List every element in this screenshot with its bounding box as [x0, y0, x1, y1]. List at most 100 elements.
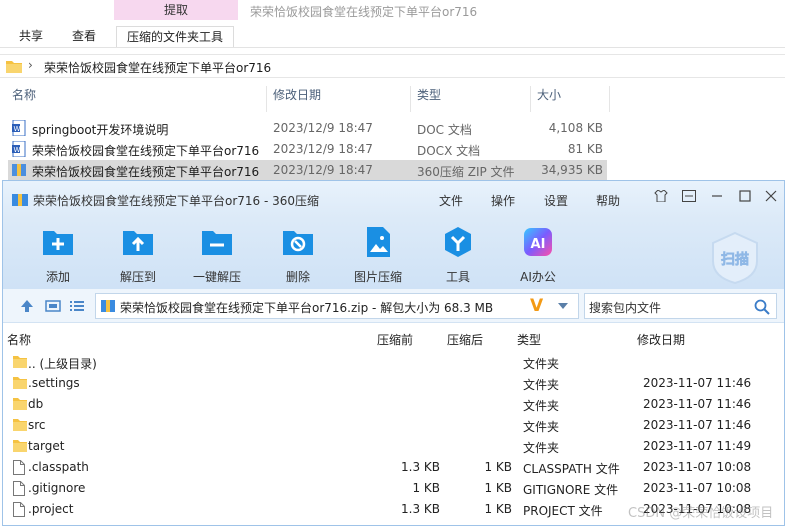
row-name: .settings: [28, 376, 80, 390]
explorer-ribbon: 提取 荣荣恰饭校园食堂在线预定下单平台or716 共享 查看 压缩的文件夹工具: [0, 0, 785, 48]
tab-share[interactable]: 共享: [19, 26, 43, 48]
file-row-selected[interactable]: 荣荣恰饭校园食堂在线预定下单平台or716 2023/12/9 18:47 36…: [8, 160, 607, 180]
row-name: db: [28, 397, 44, 411]
row-name: .gitignore: [28, 481, 86, 495]
add-button[interactable]: 添加: [23, 225, 93, 285]
row-type: GITIGNORE 文件: [523, 483, 619, 497]
tools-icon: [445, 227, 471, 257]
zip-archive-icon: [101, 300, 115, 312]
zip-archive-icon: [12, 164, 26, 176]
archive-folder-row[interactable]: .settings 文件夹 2023-11-07 11:46: [3, 373, 784, 394]
chevron-right-icon: ›: [28, 58, 33, 72]
menu-help[interactable]: 帮助: [596, 192, 620, 209]
tools-button[interactable]: 工具: [423, 225, 493, 285]
column-header-after[interactable]: 压缩后: [447, 331, 483, 348]
image-compress-button[interactable]: 图片压缩: [343, 225, 413, 285]
column-divider[interactable]: [609, 86, 610, 112]
chevron-down-icon[interactable]: [558, 303, 568, 309]
column-header-size[interactable]: 大小: [537, 86, 561, 110]
column-header-name[interactable]: 名称: [7, 331, 31, 348]
add-icon: [43, 231, 73, 255]
address-path[interactable]: 荣荣恰饭校园食堂在线预定下单平台or716: [44, 59, 271, 76]
column-header-name[interactable]: 名称: [12, 86, 36, 110]
archive-path-text: 荣荣恰饭校园食堂在线预定下单平台or716.zip - 解包大小为 68.3 M…: [120, 301, 494, 315]
row-type: 文件夹: [523, 357, 560, 371]
svg-text:扫描: 扫描: [721, 251, 749, 268]
csdn-watermark: CSDN @荣荣恰饭设项目: [628, 506, 774, 521]
file-icon: [13, 481, 25, 496]
delete-button[interactable]: 删除: [263, 225, 333, 285]
archive-list-header: 名称 压缩前 压缩后 类型 修改日期: [3, 329, 784, 349]
row-date: 2023-11-07 10:08: [643, 460, 752, 474]
archive-folder-row[interactable]: .. (上级目录) 文件夹: [3, 352, 784, 373]
folder-icon: [13, 377, 27, 389]
close-icon[interactable]: [762, 189, 780, 207]
search-icon[interactable]: [754, 299, 770, 315]
column-header-before[interactable]: 压缩前: [377, 331, 413, 348]
image-compress-icon: [367, 227, 390, 257]
tab-compressed-folder-tools[interactable]: 压缩的文件夹工具: [116, 26, 235, 48]
row-name: .classpath: [28, 460, 89, 474]
folder-icon: [13, 419, 27, 431]
scan-button[interactable]: 扫描: [705, 231, 765, 285]
row-date: 2023-11-07 10:08: [643, 481, 752, 495]
row-date: 2023-11-07 11:46: [643, 418, 752, 432]
row-type: 文件夹: [523, 441, 560, 455]
row-type: 文件夹: [523, 420, 560, 434]
skin-icon[interactable]: [652, 189, 670, 207]
address-bar[interactable]: › 荣荣恰饭校园食堂在线预定下单平台or716: [0, 54, 785, 78]
file-row[interactable]: W 荣荣恰饭校园食堂在线预定下单平台or716 2023/12/9 18:47 …: [8, 139, 607, 159]
ai-office-icon: AI: [524, 228, 552, 256]
list-view-icon[interactable]: [69, 298, 85, 314]
thumbnail-view-icon[interactable]: [45, 298, 61, 314]
ai-office-button[interactable]: AI AI办公: [503, 225, 573, 285]
row-date: 2023-11-07 11:46: [643, 376, 752, 390]
archive-search-input[interactable]: 搜索包内文件: [584, 293, 777, 319]
svg-text:W: W: [14, 125, 21, 133]
column-header-date[interactable]: 修改日期: [273, 86, 321, 110]
explorer-window-title: 荣荣恰饭校园食堂在线预定下单平台or716: [250, 5, 478, 19]
archive-folder-row[interactable]: src 文件夹 2023-11-07 11:46: [3, 415, 784, 436]
zip-titlebar[interactable]: 荣荣恰饭校园食堂在线预定下单平台or716 - 360压缩 文件 操作 设置 帮…: [3, 181, 784, 219]
archive-folder-row[interactable]: db 文件夹 2023-11-07 11:46: [3, 394, 784, 415]
folder-icon: [6, 61, 22, 73]
extract-to-button[interactable]: 解压到: [103, 225, 173, 285]
row-name: src: [28, 418, 46, 432]
one-click-extract-icon: [202, 231, 232, 255]
zip-window: 荣荣恰饭校园食堂在线预定下单平台or716 - 360压缩 文件 操作 设置 帮…: [2, 180, 785, 526]
column-header-modified[interactable]: 修改日期: [637, 331, 685, 348]
folder-icon: [13, 398, 27, 410]
row-size-before: 1 KB: [412, 481, 440, 495]
archive-file-row[interactable]: .gitignore 1 KB 1 KB GITIGNORE 文件 2023-11-07…: [3, 478, 784, 499]
row-date: 2023-11-07 11:46: [643, 397, 752, 411]
archive-file-row[interactable]: .classpath 1.3 KB 1 KB CLASSPATH 文件 2023-11-…: [3, 457, 784, 478]
minimize-icon[interactable]: [708, 189, 726, 207]
up-arrow-icon[interactable]: [19, 298, 35, 314]
tab-view[interactable]: 查看: [72, 26, 96, 48]
menu-icon[interactable]: [680, 189, 698, 207]
column-divider[interactable]: [410, 86, 411, 112]
archive-path-field[interactable]: 荣荣恰饭校园食堂在线预定下单平台or716.zip - 解包大小为 68.3 M…: [95, 293, 579, 319]
menu-file[interactable]: 文件: [439, 192, 463, 209]
file-row[interactable]: W springboot开发环境说明 2023/12/9 18:47 DOC 文…: [8, 118, 607, 138]
extract-to-icon: [123, 231, 153, 255]
row-name: .. (上级目录): [28, 357, 97, 371]
row-size-before: 1.3 KB: [401, 502, 440, 516]
menu-settings[interactable]: 设置: [544, 192, 568, 209]
context-tab-extract[interactable]: 提取: [114, 0, 238, 20]
one-click-extract-button[interactable]: 一键解压: [182, 225, 252, 285]
column-header-type[interactable]: 类型: [417, 86, 441, 110]
row-type: 文件夹: [523, 378, 560, 392]
row-type: 文件夹: [523, 399, 560, 413]
maximize-icon[interactable]: [736, 189, 754, 207]
column-header-type[interactable]: 类型: [517, 331, 541, 348]
column-divider[interactable]: [530, 86, 531, 112]
ribbon-divider: [0, 47, 785, 48]
v-logo-icon[interactable]: V: [530, 296, 543, 316]
archive-folder-row[interactable]: target 文件夹 2023-11-07 11:49: [3, 436, 784, 457]
zip-app-icon: [12, 194, 28, 206]
row-size-before: 1.3 KB: [401, 460, 440, 474]
menu-operate[interactable]: 操作: [491, 192, 515, 209]
row-name: target: [28, 439, 65, 453]
column-divider[interactable]: [266, 86, 267, 112]
